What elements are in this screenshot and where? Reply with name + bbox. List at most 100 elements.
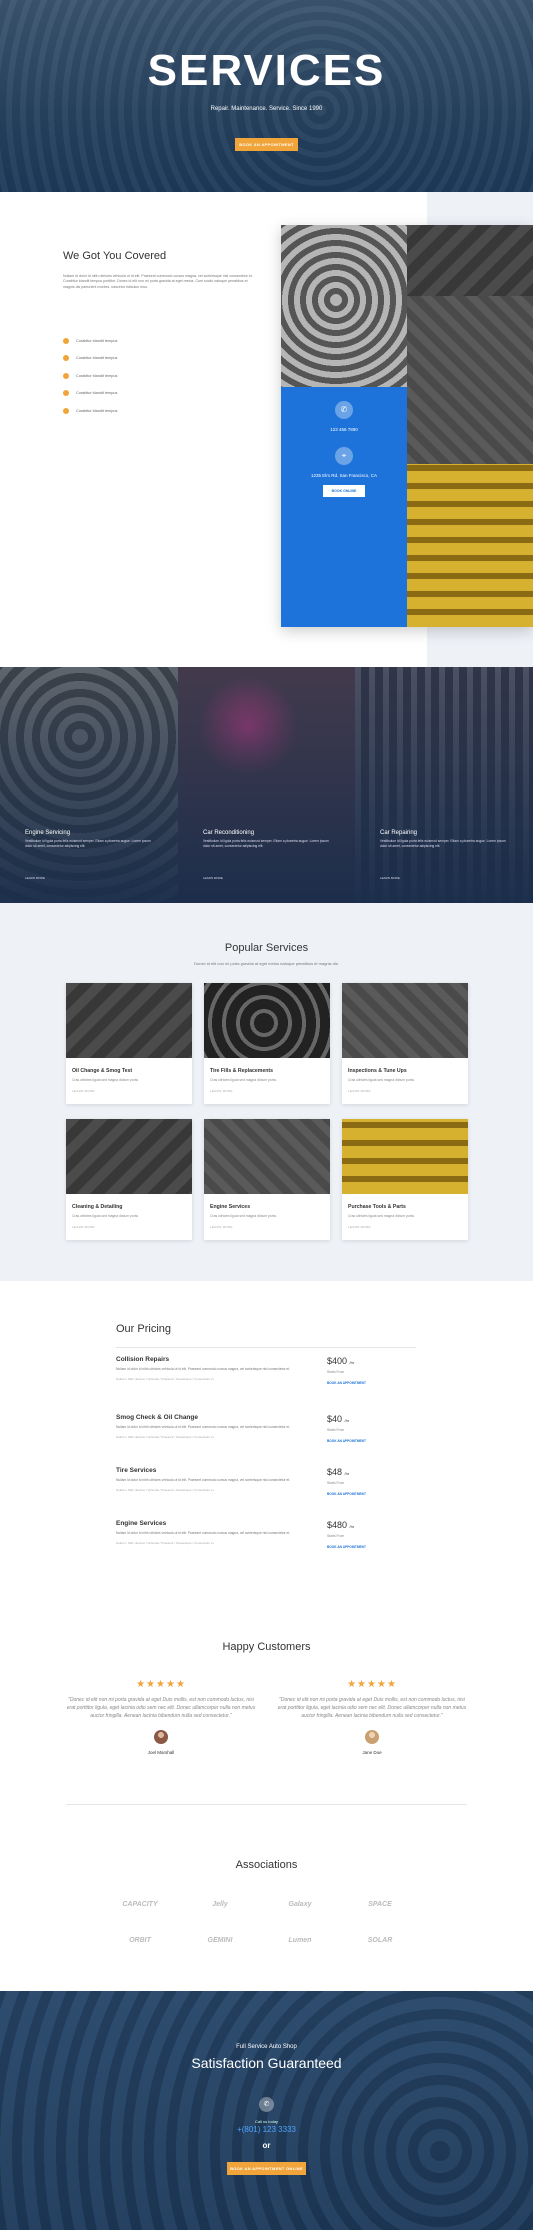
cta-title: Satisfaction Guaranteed [191,2055,342,2071]
association-logo: Jelly [212,1901,228,1908]
mechanic-photo [407,225,533,296]
service-card-title: Oil Change & Smog Test [72,1068,133,1074]
feature-car-reconditioning[interactable]: Car Reconditioning Vestibulum id ligula … [178,667,355,903]
price-desc: Nullam id dolor id nibh ultricies vehicu… [116,1367,291,1371]
service-card-text: Cras ultricies ligula sed magna dictum p… [72,1214,139,1218]
avatar [365,1730,379,1744]
checklist-item: Curabitur blandit tempus [63,385,213,403]
price-row: Tire Services Nullam id dolor id nibh ult… [116,1467,416,1519]
price-book-link[interactable]: BOOK AN APPOINTMENT [327,1545,366,1549]
service-card-image [66,983,192,1058]
service-card-link[interactable]: LEARN MORE [348,1089,462,1093]
service-card-image [66,1119,192,1194]
price-tags: Nullam / Nibh ultricies / Vehicula / Pra… [116,1488,214,1492]
contact-book-button[interactable]: BOOK ONLINE [323,485,365,497]
service-card[interactable]: Engine Services Cras ultricies ligula sed… [204,1119,330,1240]
cta-section: Full Service Auto Shop Satisfaction Guar… [0,1991,533,2230]
service-card-link[interactable]: LEARN MORE [210,1089,324,1093]
feature-learn-more-link[interactable]: LEARN MORE [203,876,223,880]
price-amount: $480 /hr [327,1520,355,1530]
service-card-text: Cras ultricies ligula sed magna dictum p… [72,1078,139,1082]
cta-call-label: Call us today [254,2119,279,2124]
price-tags: Nullam / Nibh ultricies / Vehicula / Pra… [116,1377,214,1381]
covered-title: We Got You Covered [63,250,167,262]
feature-engine-servicing[interactable]: Engine Servicing Vestibulum id ligula po… [0,667,178,903]
price-sub: Starts From [327,1534,345,1538]
feature-text: Vestibulum id ligula porta felis euismod… [203,839,329,848]
contact-phone: 123 456 7890 [330,427,358,432]
service-card[interactable]: Oil Change & Smog Test Cras ultricies lig… [66,983,192,1104]
service-card-link[interactable]: LEARN MORE [72,1225,186,1229]
cta-kicker: Full Service Auto Shop [236,2044,297,2050]
engine-closeup-photo [407,296,533,464]
popular-services-section: Popular Services Donec id elit non mi po… [0,903,533,1281]
price-row: Engine Services Nullam id dolor id nibh u… [116,1520,416,1572]
price-name: Smog Check & Oil Change [116,1414,198,1421]
associations-title: Associations [235,1859,298,1871]
avatar [154,1730,168,1744]
testimonial: ★★★★★ "Donec id elit non mi porta gravid… [277,1679,467,1755]
service-card-link[interactable]: LEARN MORE [210,1225,324,1229]
feature-title: Car Repairing [380,830,418,836]
popular-title: Popular Services [224,942,309,954]
covered-gallery: ✆ 123 456 7890 ⌖ 1235 Elm Rd. San Franci… [281,225,533,627]
price-desc: Nullam id dolor id nibh ultricies vehicu… [116,1478,291,1482]
price-tags: Nullam / Nibh ultricies / Vehicula / Pra… [116,1541,214,1545]
service-card[interactable]: Inspections & Tune Ups Cras ultricies lig… [342,983,468,1104]
association-logo: ORBIT [129,1937,151,1944]
price-name: Tire Services [116,1467,157,1474]
price-desc: Nullam id dolor id nibh ultricies vehicu… [116,1425,291,1429]
five-star-rating-icon: ★★★★★ [347,1679,397,1690]
association-logo: SPACE [368,1901,392,1908]
service-card-link[interactable]: LEARN MORE [72,1089,186,1093]
service-card-title: Cleaning & Detailing [72,1204,123,1210]
service-card[interactable]: Tire Fills & Replacements Cras ultricies … [204,983,330,1104]
hero-background-image [0,0,533,192]
service-card[interactable]: Cleaning & Detailing Cras ultricies ligul… [66,1119,192,1240]
feature-text: Vestibulum id ligula porta felis euismod… [25,839,151,848]
price-sub: Starts From [327,1370,345,1374]
price-book-link[interactable]: BOOK AN APPOINTMENT [327,1439,366,1443]
price-amount: $48 /hr [327,1467,350,1477]
price-book-link[interactable]: BOOK AN APPOINTMENT [327,1381,366,1385]
feature-learn-more-link[interactable]: LEARN MORE [25,876,45,880]
contact-box: ✆ 123 456 7890 ⌖ 1235 Elm Rd. San Franci… [281,387,407,627]
covered-checklist: Curabitur blandit tempus Curabitur bland… [63,332,213,420]
pricing-section: Our Pricing Collision Repairs Nullam id d… [0,1281,533,1581]
testimonials-section: Happy Customers ★★★★★ "Donec id elit non… [0,1581,533,1827]
feature-text: Vestibulum id ligula porta felis euismod… [380,839,506,848]
price-amount: $40 /hr [327,1414,350,1424]
covered-body: Nullam id dolor id nibh ultricies vehicu… [63,274,253,289]
check-circle-icon [63,337,69,344]
cta-book-button[interactable]: BOOK AN APPOINTMENT ONLINE [227,2162,306,2175]
service-card-link[interactable]: LEARN MORE [348,1225,462,1229]
price-row: Smog Check & Oil Change Nullam id dolor i… [116,1414,416,1466]
price-tags: Nullam / Nibh ultricies / Vehicula / Pra… [116,1435,214,1439]
checklist-item: Curabitur blandit tempus [63,332,213,350]
five-star-rating-icon: ★★★★★ [136,1679,186,1690]
price-book-link[interactable]: BOOK AN APPOINTMENT [327,1492,366,1496]
check-circle-icon [63,372,69,379]
price-row: Collision Repairs Nullam id dolor id nibh… [116,1356,416,1408]
location-icon: ⌖ [335,447,353,465]
hero-section: SERVICES Repair. Maintenance. Service. S… [0,0,533,192]
feature-car-repairing[interactable]: Car Repairing Vestibulum id ligula porta… [355,667,533,903]
testimonial-quote: "Donec id elit non mi porta gravida at e… [66,1697,256,1719]
service-card-text: Cras ultricies ligula sed magna dictum p… [210,1078,277,1082]
hero-subtitle: Repair. Maintenance. Service. Since 1990 [210,106,323,112]
hero-book-button[interactable]: BOOK AN APPOINTMENT [235,138,298,151]
service-card-image [342,1119,468,1194]
service-card-image [342,983,468,1058]
popular-subtitle: Donec id elit non mi porta gravida at eg… [194,961,339,966]
phone-icon: ✆ [335,401,353,419]
testimonial: ★★★★★ "Donec id elit non mi porta gravid… [66,1679,256,1755]
testimonial-name: Joel Marshall [147,1750,175,1755]
service-card[interactable]: Purchase Tools & Parts Cras ultricies lig… [342,1119,468,1240]
association-logo: GEMINI [207,1937,233,1944]
feature-learn-more-link[interactable]: LEARN MORE [380,876,400,880]
check-circle-icon [63,390,69,397]
cta-phone-icon: ✆ [259,2097,274,2112]
price-amount: $400 /hr [327,1356,355,1366]
cta-phone-number[interactable]: +(801) 123 3333 [0,2125,533,2134]
contact-address: 1235 Elm Rd. San Francisco, CA [310,473,378,478]
